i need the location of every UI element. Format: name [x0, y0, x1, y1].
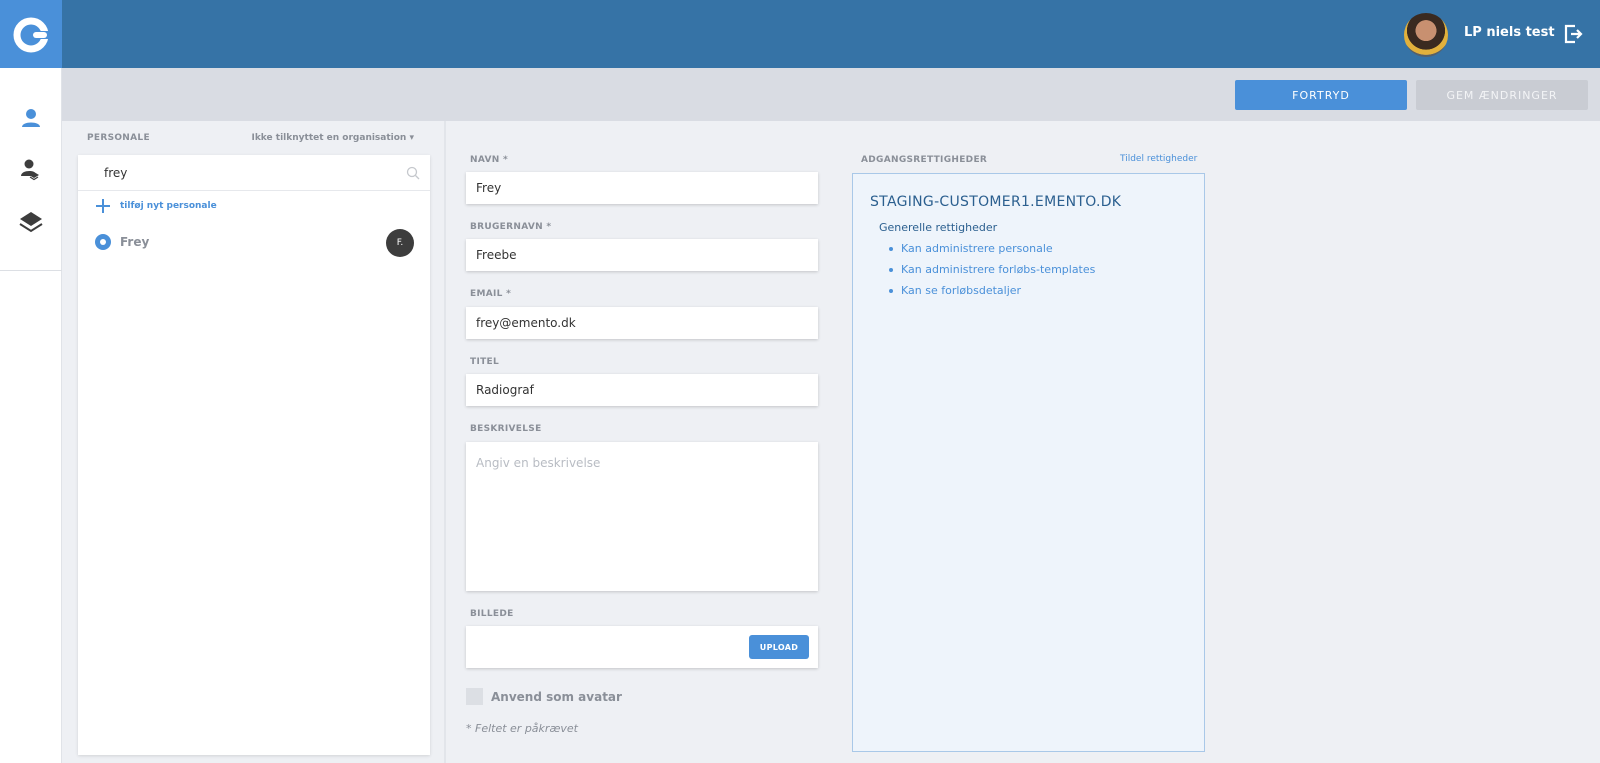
access-rights-header: ADGANGSRETTIGHEDER [861, 155, 988, 165]
user-icon [22, 109, 40, 127]
staff-list-item[interactable]: Frey F. [78, 225, 430, 257]
required-field-note: * Feltet er påkrævet [466, 722, 578, 735]
sidebar-item-layers[interactable] [16, 207, 46, 237]
upload-button[interactable]: UPLOAD [749, 635, 809, 659]
username-label: BRUGERNAVN * [470, 222, 552, 232]
logo-icon [13, 17, 51, 52]
image-upload-field: UPLOAD [466, 626, 818, 668]
sidebar-divider [0, 270, 62, 271]
add-staff-label: tilføj nyt personale [120, 201, 217, 211]
use-as-avatar-checkbox[interactable] [466, 688, 483, 705]
image-label: BILLEDE [470, 609, 514, 619]
app-logo[interactable] [0, 0, 62, 69]
user-name[interactable]: LP niels test [1464, 25, 1555, 40]
permission-item: Kan administrere forløbs-templates [889, 263, 1095, 284]
title-label: TITEL [470, 357, 500, 367]
access-domain: STAGING-CUSTOMER1.EMENTO.DK [870, 194, 1122, 210]
top-bar [0, 0, 1600, 68]
name-label: NAVN * [470, 155, 509, 165]
user-layers-icon [21, 159, 39, 181]
staff-name: Frey [120, 235, 150, 249]
staff-search-input[interactable] [78, 155, 430, 191]
sidebar-item-users[interactable] [16, 103, 46, 133]
staff-list-card: tilføj nyt personale Frey F. [78, 155, 430, 755]
selected-radio[interactable] [95, 234, 111, 250]
search-icon[interactable] [406, 166, 420, 180]
permission-list: Kan administrere personale Kan administr… [889, 242, 1095, 305]
name-field[interactable] [466, 172, 818, 204]
plus-icon [96, 199, 110, 213]
add-staff-button[interactable]: tilføj nyt personale [96, 199, 217, 213]
use-as-avatar-label[interactable]: Anvend som avatar [491, 690, 622, 704]
permission-group-title: Generelle rettigheder [879, 221, 998, 234]
assign-rights-link[interactable]: Tildel rettigheder [1120, 154, 1197, 164]
sidebar-item-user-roles[interactable] [16, 154, 46, 184]
layers-icon [19, 212, 43, 233]
description-field[interactable] [466, 442, 818, 591]
staff-list-header: PERSONALE [87, 133, 150, 143]
description-label: BESKRIVELSE [470, 424, 542, 434]
user-avatar[interactable] [1404, 13, 1448, 57]
staff-initials-avatar: F. [386, 229, 414, 257]
email-field[interactable] [466, 307, 818, 339]
staff-list-panel: PERSONALE Ikke tilknyttet en organisatio… [62, 121, 446, 763]
permission-item: Kan se forløbsdetaljer [889, 284, 1095, 305]
organisation-filter-dropdown[interactable]: Ikke tilknyttet en organisation ▾ [251, 133, 414, 143]
logout-icon[interactable] [1562, 23, 1584, 45]
title-field[interactable] [466, 374, 818, 406]
sidebar [0, 68, 62, 763]
email-label: EMAIL * [470, 289, 512, 299]
permission-item: Kan administrere personale [889, 242, 1095, 263]
cancel-button[interactable]: FORTRYD [1235, 80, 1407, 110]
username-field[interactable] [466, 239, 818, 271]
save-changes-button[interactable]: GEM ÆNDRINGER [1416, 80, 1588, 110]
access-rights-panel: STAGING-CUSTOMER1.EMENTO.DK Generelle re… [852, 173, 1205, 752]
